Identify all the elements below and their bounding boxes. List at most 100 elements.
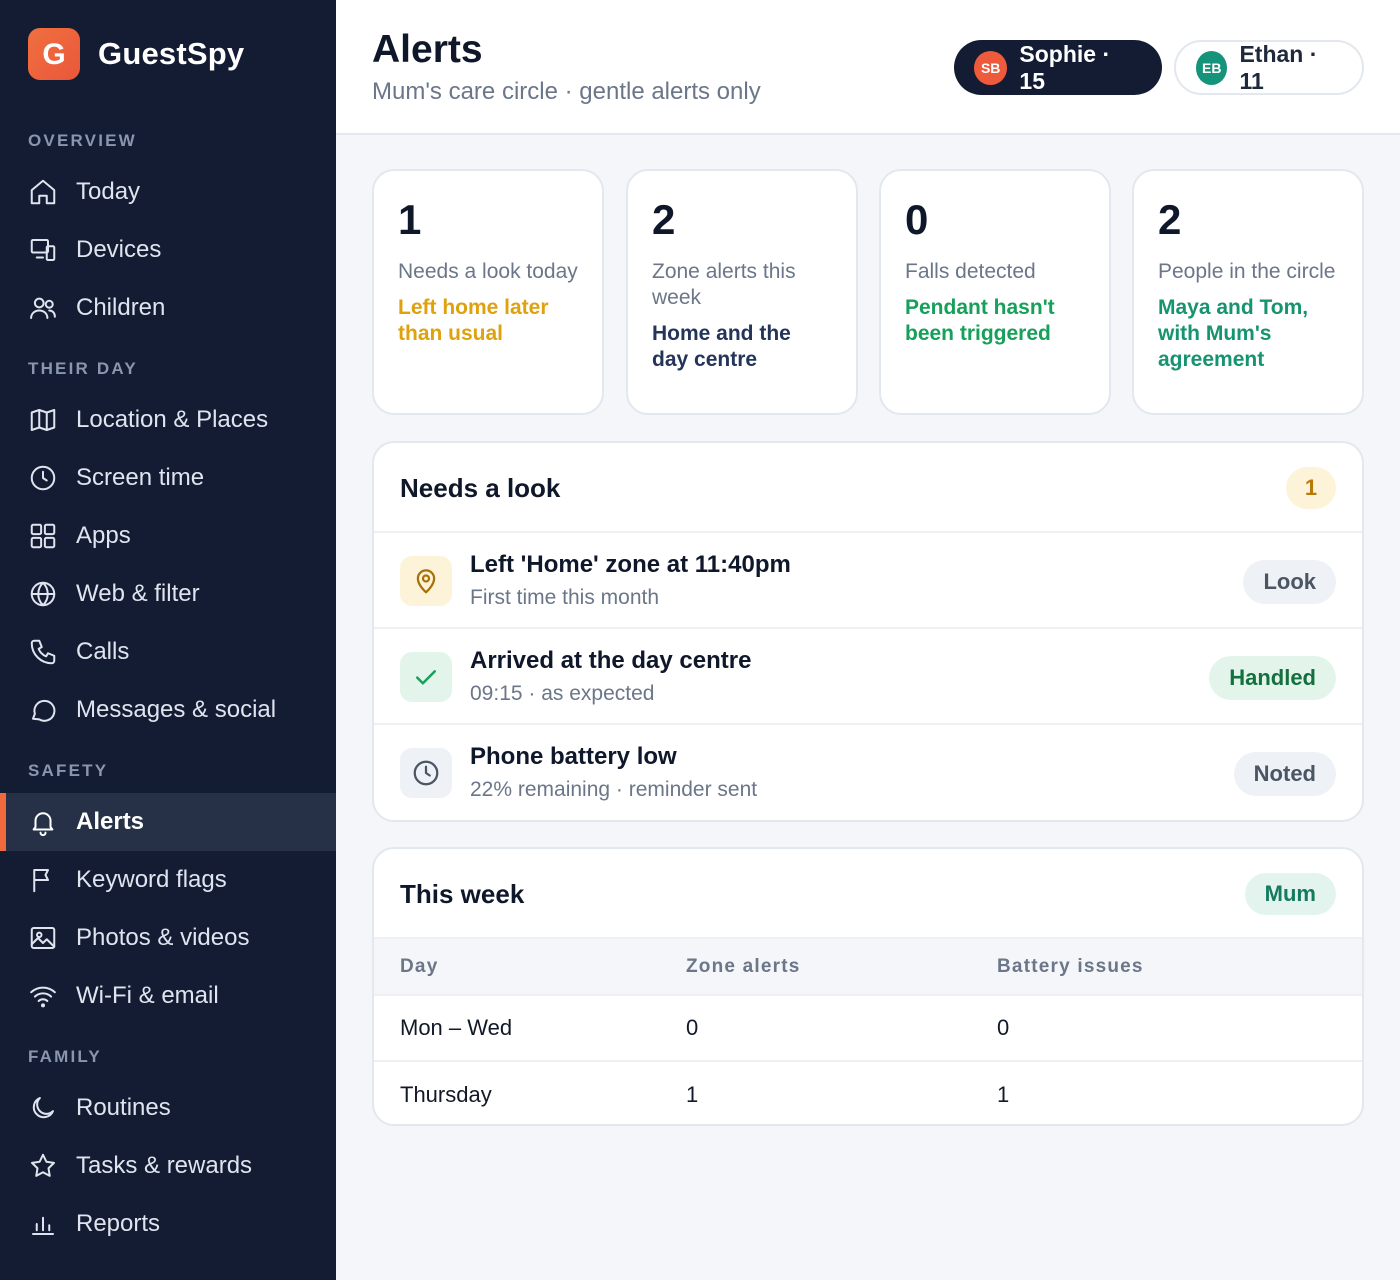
- stat-note: Left home later than usual: [398, 296, 549, 346]
- stat-card-needs-look: 1 Needs a look today Left home later tha…: [372, 169, 604, 415]
- nav-label: Tasks & rewards: [76, 1152, 253, 1179]
- panel-header: This week Mum: [374, 849, 1362, 939]
- image-icon: [30, 927, 56, 949]
- avatar: SB: [974, 50, 1008, 85]
- nav-web-filter[interactable]: Web & filter: [0, 565, 336, 623]
- look-button[interactable]: Look: [1243, 560, 1336, 604]
- nav-children[interactable]: Children: [0, 279, 336, 337]
- handled-badge[interactable]: Handled: [1209, 656, 1336, 700]
- alert-icon-box: [400, 748, 452, 798]
- nav-routines[interactable]: Routines: [0, 1079, 336, 1137]
- nav-label: Children: [76, 294, 166, 321]
- alert-row-battery[interactable]: Phone battery low 22% remaining · remind…: [374, 725, 1362, 820]
- profile-label: Ethan · 11: [1239, 40, 1318, 94]
- logo-g-icon: G: [42, 38, 65, 71]
- stat-note: Maya and Tom, with Mum's agreement: [1158, 296, 1309, 372]
- users-icon: [30, 297, 56, 319]
- stat-label: People in the circle: [1158, 260, 1336, 284]
- chat-bubble-icon: [32, 699, 56, 722]
- nav-calls[interactable]: Calls: [0, 623, 336, 681]
- panel-title: This week: [400, 879, 525, 909]
- profile-pill-sophie[interactable]: SB Sophie · 15: [954, 40, 1162, 95]
- stat-value: 2: [1158, 196, 1182, 243]
- stat-value: 0: [905, 196, 929, 243]
- bar-chart-icon: [32, 1216, 54, 1235]
- apps-grid-icon: [30, 523, 56, 549]
- weekly-table: Day Zone alerts Battery issues Mon – Wed…: [374, 939, 1362, 1124]
- page-subtitle: Mum's care circle · gentle alerts only: [372, 78, 761, 105]
- app-logo: G: [28, 28, 80, 80]
- alert-icon-box: [400, 556, 452, 606]
- globe-icon: [30, 581, 56, 607]
- devices-icon: [30, 239, 56, 261]
- profile-pill-ethan[interactable]: EB Ethan · 11: [1174, 40, 1364, 95]
- noted-badge[interactable]: Noted: [1233, 752, 1336, 796]
- nav-alerts[interactable]: Alerts: [0, 793, 336, 851]
- column-header: Zone alerts: [686, 939, 997, 996]
- profile-label: Sophie · 15: [1019, 40, 1111, 94]
- clock-icon: [30, 465, 56, 491]
- sidebar: G GuestSpy OVERVIEW Today Devices Childr…: [0, 0, 336, 1280]
- nav-today[interactable]: Today: [0, 163, 336, 221]
- table-cell: 1: [686, 1081, 699, 1107]
- phone-icon: [30, 639, 56, 665]
- table-header-row: Day Zone alerts Battery issues: [374, 939, 1362, 996]
- table-cell: Mon – Wed: [374, 995, 686, 1062]
- count-badge: 1: [1286, 467, 1336, 509]
- checkmark-icon: [416, 670, 436, 685]
- alert-title: Phone battery low: [470, 743, 677, 770]
- alert-row-day-centre[interactable]: Arrived at the day centre 09:15 · as exp…: [374, 629, 1362, 725]
- alert-subtitle: 09:15 · as expected: [470, 682, 655, 705]
- nav-label: Keyword flags: [76, 866, 227, 893]
- alert-subtitle: 22% remaining · reminder sent: [470, 778, 758, 801]
- nav-wifi-email[interactable]: Wi-Fi & email: [0, 967, 336, 1025]
- table-row: Mon – Wed 0 0: [374, 995, 1362, 1062]
- avatar: EB: [1196, 50, 1228, 85]
- nav-apps[interactable]: Apps: [0, 507, 336, 565]
- nav-tasks-rewards[interactable]: Tasks & rewards: [0, 1137, 336, 1195]
- stat-label: Needs a look today: [398, 260, 578, 284]
- needs-look-panel: Needs a look 1 Left 'Home' zone at 11:40…: [372, 441, 1364, 822]
- table-cell: 1: [997, 1081, 1010, 1107]
- table-cell: 0: [997, 995, 1362, 1062]
- panel-title: Needs a look: [400, 473, 561, 503]
- section-overview: OVERVIEW: [28, 131, 137, 150]
- nav-devices[interactable]: Devices: [0, 221, 336, 279]
- stat-note: Home and the day centre: [652, 322, 791, 372]
- alert-row-left-home[interactable]: Left 'Home' zone at 11:40pm First time t…: [374, 533, 1362, 629]
- stat-card-falls: 0 Falls detected Pendant hasn't been tri…: [879, 169, 1111, 415]
- clock-icon: [413, 760, 439, 786]
- nav-screen-time[interactable]: Screen time: [0, 449, 336, 507]
- nav-photos-videos[interactable]: Photos & videos: [0, 909, 336, 967]
- nav-label: Reports: [76, 1210, 161, 1237]
- nav-label: Web & filter: [76, 580, 200, 607]
- stat-card-zone-alerts: 2 Zone alerts this week Home and the day…: [626, 169, 858, 415]
- moon-icon: [32, 1097, 54, 1119]
- nav-label: Wi-Fi & email: [76, 982, 219, 1009]
- nav-label: Apps: [76, 522, 131, 549]
- nav-messages-social[interactable]: Messages & social: [0, 681, 336, 739]
- brand[interactable]: G GuestSpy: [28, 28, 244, 80]
- section-family: FAMILY: [28, 1047, 102, 1066]
- stat-value: 2: [652, 196, 676, 243]
- map-pin-icon: [416, 569, 436, 594]
- this-week-panel: This week Mum Day Zone alerts Battery is…: [372, 847, 1364, 1126]
- nav-location-places[interactable]: Location & Places: [0, 391, 336, 449]
- nav-keyword-flags[interactable]: Keyword flags: [0, 851, 336, 909]
- stat-note: Pendant hasn't been triggered: [905, 296, 1055, 346]
- stat-value: 1: [398, 196, 422, 243]
- nav-reports[interactable]: Reports: [0, 1195, 336, 1253]
- app-name: GuestSpy: [98, 36, 245, 71]
- table-row: Thursday 1 1: [374, 1061, 1362, 1124]
- svg-text:G: G: [42, 38, 65, 71]
- nav-label: Messages & social: [76, 696, 277, 723]
- nav-label: Devices: [76, 236, 162, 263]
- nav-label: Calls: [76, 638, 130, 665]
- stat-label: Zone alerts this week: [652, 260, 796, 310]
- section-their-day: THEIR DAY: [28, 359, 138, 378]
- alert-title: Left 'Home' zone at 11:40pm: [470, 551, 791, 578]
- page-header: Alerts Mum's care circle · gentle alerts…: [336, 0, 1400, 135]
- nav-label: Photos & videos: [76, 924, 250, 951]
- bell-icon: [32, 812, 54, 837]
- home-icon: [30, 179, 56, 205]
